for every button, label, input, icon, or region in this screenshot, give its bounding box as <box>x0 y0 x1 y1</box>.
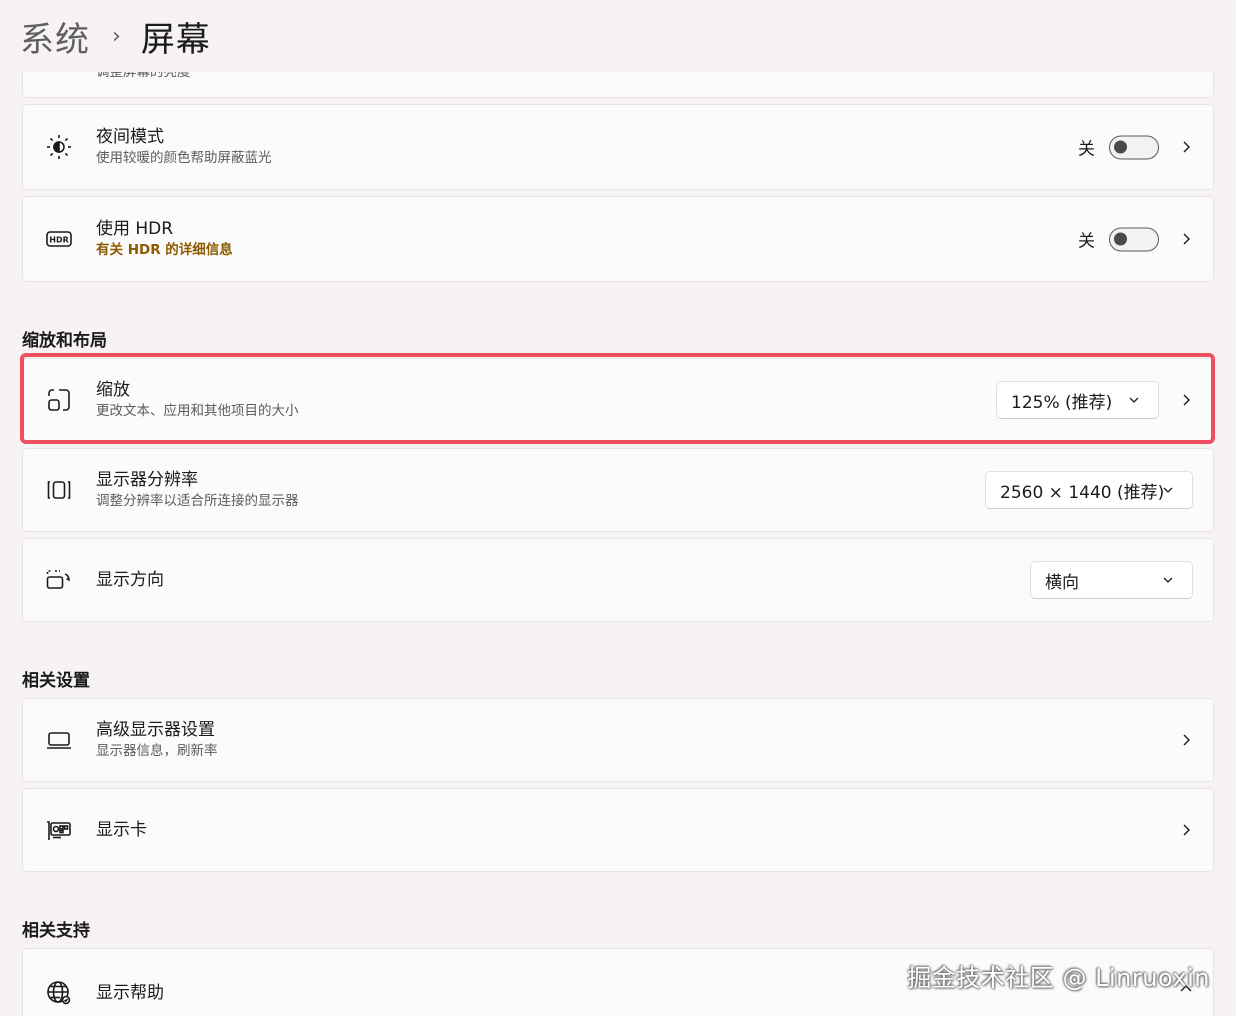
resolution-card[interactable]: 显示器分辨率 调整分辨率以适合所连接的显示器 2560 × 1440 (推荐) <box>22 448 1214 532</box>
toggle-knob <box>1114 140 1127 153</box>
display-help-title: 显示帮助 <box>96 983 164 1003</box>
scale-text: 缩放 更改文本、应用和其他项目的大小 <box>96 379 299 421</box>
sun-moon-icon <box>45 133 73 161</box>
night-mode-sub: 使用较暖的颜色帮助屏蔽蓝光 <box>96 150 272 166</box>
advanced-display-sub: 显示器信息，刷新率 <box>96 743 218 759</box>
scale-icon <box>45 386 73 414</box>
resolution-dropdown[interactable]: 2560 × 1440 (推荐) <box>985 471 1193 509</box>
hdr-toggle-wrap: 关 <box>1078 227 1159 252</box>
graphics-card-card[interactable]: 显示卡 <box>22 788 1214 872</box>
hdr-toggle-label: 关 <box>1078 231 1095 252</box>
scale-dropdown-value: 125% (推荐) <box>1011 392 1113 413</box>
night-mode-title: 夜间模式 <box>96 127 164 147</box>
resolution-sub: 调整分辨率以适合所连接的显示器 <box>96 493 299 509</box>
chevron-down-icon <box>1162 484 1174 496</box>
night-mode-toggle-label: 关 <box>1078 139 1095 160</box>
breadcrumb: 系统 › 屏幕 <box>0 0 1236 72</box>
night-mode-toggle[interactable] <box>1109 135 1159 159</box>
orientation-icon <box>45 566 73 594</box>
graphics-card-title: 显示卡 <box>96 820 147 840</box>
graphics-card-icon <box>45 816 73 844</box>
orientation-dropdown-value: 横向 <box>1045 572 1079 593</box>
chevron-right-icon[interactable] <box>1179 393 1193 407</box>
orientation-text: 显示方向 <box>96 569 164 591</box>
advanced-display-title: 高级显示器设置 <box>96 720 215 740</box>
resolution-dropdown-value: 2560 × 1440 (推荐) <box>1000 482 1165 503</box>
chevron-down-icon <box>1128 394 1140 406</box>
orientation-card[interactable]: 显示方向 横向 <box>22 538 1214 622</box>
chevron-down-icon <box>1162 574 1174 586</box>
svg-text:HDR: HDR <box>49 236 69 245</box>
page-title: 屏幕 <box>140 19 211 60</box>
chevron-right-icon[interactable] <box>1179 140 1193 154</box>
scale-card[interactable]: 缩放 更改文本、应用和其他项目的大小 125% (推荐) <box>22 358 1214 442</box>
chevron-right-icon[interactable] <box>1179 823 1193 837</box>
advanced-display-text: 高级显示器设置 显示器信息，刷新率 <box>96 719 218 761</box>
resolution-text: 显示器分辨率 调整分辨率以适合所连接的显示器 <box>96 469 299 511</box>
hdr-title: 使用 HDR <box>96 219 174 239</box>
hdr-text: 使用 HDR 有关 HDR 的详细信息 <box>96 218 233 260</box>
section-title-related-support: 相关支持 <box>22 921 90 941</box>
chevron-right-icon[interactable] <box>1179 232 1193 246</box>
graphics-card-text: 显示卡 <box>96 819 147 841</box>
globe-icon <box>45 979 73 1007</box>
scale-dropdown[interactable]: 125% (推荐) <box>996 381 1159 419</box>
chevron-right-icon[interactable] <box>1179 733 1193 747</box>
section-title-related-settings: 相关设置 <box>22 671 90 691</box>
night-mode-toggle-wrap: 关 <box>1078 135 1159 160</box>
night-mode-card[interactable]: 夜间模式 使用较暖的颜色帮助屏蔽蓝光 关 <box>22 104 1214 190</box>
breadcrumb-separator-icon: › <box>112 23 121 49</box>
scale-sub: 更改文本、应用和其他项目的大小 <box>96 403 299 419</box>
watermark: 掘金技术社区 @ Linruoxin <box>907 964 1210 992</box>
breadcrumb-parent-system[interactable]: 系统 <box>20 12 90 61</box>
advanced-display-card[interactable]: 高级显示器设置 显示器信息，刷新率 <box>22 698 1214 782</box>
hdr-toggle[interactable] <box>1109 227 1159 251</box>
hdr-icon: HDR <box>45 225 73 253</box>
display-help-text: 显示帮助 <box>96 982 164 1004</box>
hdr-info-link[interactable]: 有关 HDR 的详细信息 <box>96 240 233 260</box>
toggle-knob <box>1114 232 1127 245</box>
monitor-icon <box>45 726 73 754</box>
resolution-title: 显示器分辨率 <box>96 470 198 490</box>
section-title-scale-layout: 缩放和布局 <box>22 331 107 351</box>
scale-title: 缩放 <box>96 380 130 400</box>
orientation-title: 显示方向 <box>96 570 164 590</box>
hdr-card[interactable]: HDR 使用 HDR 有关 HDR 的详细信息 关 <box>22 196 1214 282</box>
orientation-dropdown[interactable]: 横向 <box>1030 561 1193 599</box>
resolution-icon <box>45 476 73 504</box>
night-mode-text: 夜间模式 使用较暖的颜色帮助屏蔽蓝光 <box>96 126 272 168</box>
